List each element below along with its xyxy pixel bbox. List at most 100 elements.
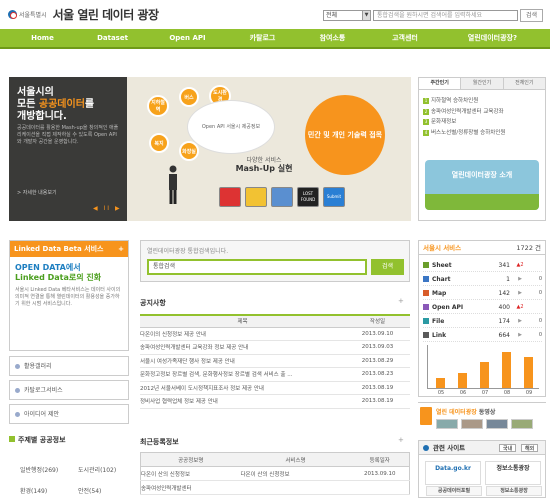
stat-change: ▶ [518, 290, 522, 296]
notice-row-title[interactable]: 송파여성인력개발센터 교육강좌 정보 제공 안내 [140, 340, 345, 355]
hero-title: 서울시의 모든 공공데이터를 개방합니다. [17, 87, 121, 123]
category-item[interactable]: 환경(149) [20, 486, 47, 495]
new-services-table: 공공정보명 서비스명 등록일자 다온이 산의 신청정보 다온이 산의 신청정보 20… [140, 452, 410, 495]
stat-count: 0 [538, 332, 542, 338]
svc-row-info[interactable]: 송파여성인력개발센터 [140, 480, 241, 495]
catalog-service-link[interactable]: 카탈로그서비스 [9, 380, 129, 400]
nav-customer-center[interactable]: 고객센터 [375, 29, 435, 47]
list-item[interactable]: 4 버스노선별/정류장별 승하차인원 [423, 128, 541, 139]
list-item[interactable]: 2 송파여성인력개발센터 교육강좌 [423, 107, 541, 118]
stat-value: 341 [498, 261, 510, 269]
nav-home[interactable]: Home [0, 29, 85, 47]
category-item[interactable]: 안전(54) [78, 486, 101, 495]
global-search-input[interactable]: 통합검색을 원하시면 검색어를 입력하세요 [373, 10, 518, 21]
nav-catalog[interactable]: 카탈로그 [235, 29, 290, 47]
video-thumbnail[interactable] [461, 419, 483, 429]
notice-row-title[interactable]: 문화정고정보 장르별 검색, 문화행사정보 장르별 검색 서비스 출 ... [140, 367, 345, 382]
gallery-link[interactable]: 활용갤러리 [9, 356, 129, 376]
svc-row-service[interactable] [240, 480, 351, 495]
stat-row-map[interactable]: Map 142 ▶ 0 [423, 287, 542, 300]
hero-banner: 서울시의 모든 공공데이터를 개방합니다. 공공데이터를 활용한 Mash-up… [9, 77, 411, 221]
notice-row-date: 2013.08.19 [345, 394, 410, 409]
stat-row-link[interactable]: Link 664 ▶ 0 [423, 329, 542, 342]
linked-data-more-button[interactable]: + [118, 241, 124, 257]
app-tile-submit[interactable]: Submit [323, 187, 345, 207]
stat-value: 174 [498, 317, 510, 325]
video-thumbnail[interactable] [436, 419, 458, 429]
stat-name: Chart [432, 275, 451, 283]
video-thumbnail[interactable] [511, 419, 533, 429]
nav-about[interactable]: 열린데이터광장? [435, 29, 550, 47]
table-row[interactable]: 문화정고정보 장르별 검색, 문화행사정보 장르별 검색 서비스 출 ... 20… [140, 367, 410, 382]
hero-title-text: 모든 [17, 99, 39, 110]
table-row[interactable]: 2012년 서울서베이 도시정책지표조사 정보 제공 안내 2013.08.19 [140, 381, 410, 395]
tab-foreign[interactable]: 해외 [521, 444, 539, 452]
notice-row-title[interactable]: 서울시 여성가족재단 행사 정보 제공 안내 [140, 354, 345, 368]
search-scope-select[interactable]: 전체 ▼ [323, 10, 371, 21]
notice-row-title[interactable]: 2012년 서울서베이 도시정책지표조사 정보 제공 안내 [140, 381, 345, 395]
integrated-search-label: 열린데이터광장 통합검색입니다. [147, 248, 229, 255]
tab-all[interactable]: 전체인기 [503, 78, 545, 89]
tab-monthly[interactable]: 월간인기 [461, 78, 504, 89]
svc-row-info[interactable]: 다온이 산의 신청정보 [140, 466, 241, 481]
list-item[interactable]: 3 문화재정보 [423, 117, 541, 128]
notice-row-title[interactable]: 정비사업 협력업체 정보 제공 안내 [140, 394, 345, 409]
stat-row-sheet[interactable]: Sheet 341 ▲2 [423, 259, 542, 272]
table-row[interactable]: 다온이 산의 신청정보 다온이 산의 신청정보 2013.09.10 [140, 466, 410, 481]
notice-col-title: 제목 [140, 314, 345, 328]
tab-domestic[interactable]: 국내 [499, 444, 517, 452]
stat-value: 1 [506, 275, 510, 283]
chart-bar [436, 377, 445, 388]
hero-title-text: 를 [84, 99, 95, 110]
nav-participation[interactable]: 참여소통 [290, 29, 375, 47]
video-panel[interactable]: 열린 데이터광장 동영상 [418, 402, 546, 430]
table-row[interactable]: 정비사업 협력업체 정보 제공 안내 2013.08.19 [140, 394, 410, 409]
site-data-go-kr[interactable]: Data.go.kr 공공데이터포털 [425, 461, 482, 496]
stat-row-chart[interactable]: Chart 1 ▶ 0 [423, 273, 542, 286]
table-row[interactable]: 다온이의 신청정보 제공 안내 2013.09.10 [140, 327, 410, 341]
mashup-title: Mash-Up 실현 [235, 164, 293, 173]
table-row[interactable]: 송파여성인력개발센터 교육강좌 정보 제공 안내 2013.09.03 [140, 340, 410, 355]
site-caption: 정보소통광장 [486, 486, 542, 496]
integrated-search-input[interactable]: 통합검색 [147, 259, 367, 275]
stat-name: Sheet [432, 261, 452, 269]
stat-count: 0 [538, 290, 542, 296]
hero-more-link[interactable]: > 자세한 내용보기 [17, 189, 57, 196]
table-row[interactable]: 서울시 여성가족재단 행사 정보 제공 안내 2013.08.29 [140, 354, 410, 368]
stat-row-open-api[interactable]: Open API 400 ▲2 [423, 301, 542, 314]
site-info-square[interactable]: 정보소통광장 정보소통광장 [485, 461, 542, 496]
site-logo-text: Data.go.kr [435, 465, 471, 472]
linked-data-description: 서울시 Linked Data 베타서비스는 데이터 사이의 의미적 연결을 통… [15, 287, 121, 307]
app-tile-3[interactable] [271, 187, 293, 207]
notice-row-title[interactable]: 다온이의 신청정보 제공 안내 [140, 327, 345, 341]
list-item[interactable]: 1 지하철역 승하차인원 [423, 96, 541, 107]
rank-icon: 2 [423, 108, 429, 115]
tab-weekly[interactable]: 주간인기 [419, 78, 462, 89]
app-tile-lost-found[interactable]: LOST FOUND [297, 187, 319, 207]
new-services-more-button[interactable]: + [398, 436, 404, 444]
integrated-search-button[interactable]: 검색 [371, 259, 404, 275]
idea-suggest-link[interactable]: 아이디어 제안 [9, 404, 129, 424]
service-stats-box: 서울시 서비스 1722 건 Sheet 341 ▲2 Chart 1 ▶ 0 Map 142 ▶… [418, 240, 546, 397]
notice-more-button[interactable]: + [398, 297, 404, 305]
stat-row-file[interactable]: File 174 ▶ 0 [423, 315, 542, 328]
category-item[interactable]: 도시관리(102) [78, 465, 116, 474]
global-search-button[interactable]: 검색 [520, 9, 543, 22]
stat-change: ▶ [518, 332, 522, 338]
intro-banner[interactable]: 열린데이터광장 소개 [425, 160, 539, 210]
svc-row-date: 2013.09.10 [350, 466, 410, 481]
app-tile-1[interactable] [219, 187, 241, 207]
svc-row-service[interactable]: 다온이 산의 신청정보 [240, 466, 351, 481]
hero-pager-controls[interactable]: ◀ II ▶ [93, 205, 122, 212]
video-thumbnails [436, 419, 533, 429]
integrated-search-panel: 열린데이터광장 통합검색입니다. 통합검색 검색 [140, 240, 410, 282]
notice-row-date: 2013.08.29 [345, 354, 410, 368]
category-item[interactable]: 일반행정(269) [20, 465, 58, 474]
nav-open-api[interactable]: Open API [140, 29, 235, 47]
table-row[interactable]: 송파여성인력개발센터 [140, 480, 410, 495]
nav-dataset[interactable]: Dataset [85, 29, 140, 47]
video-thumbnail[interactable] [486, 419, 508, 429]
stat-name: Link [432, 331, 447, 339]
site-logo[interactable]: 서울특별시 서울 열린 데이터 광장 [8, 6, 159, 22]
app-tile-2[interactable] [245, 187, 267, 207]
